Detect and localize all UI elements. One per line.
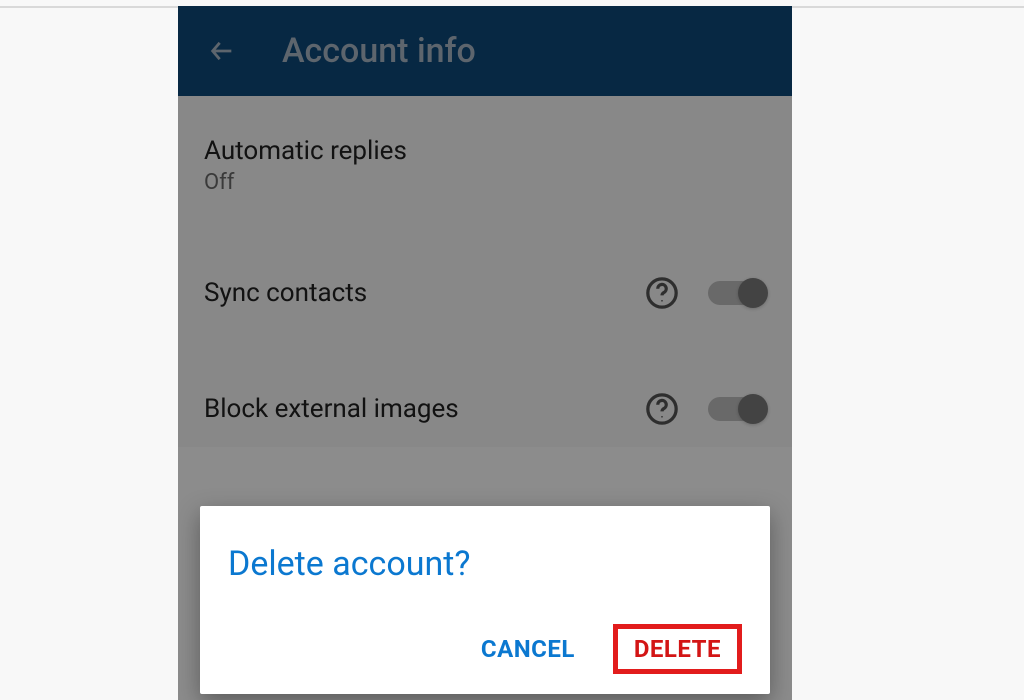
- delete-button[interactable]: DELETE: [613, 624, 742, 674]
- delete-account-dialog: Delete account? CANCEL DELETE: [200, 506, 770, 694]
- dialog-title: Delete account?: [228, 544, 742, 584]
- dialog-actions: CANCEL DELETE: [228, 624, 742, 674]
- cancel-button[interactable]: CANCEL: [475, 625, 581, 673]
- phone-frame: Account info Automatic replies Off Sync …: [178, 6, 792, 700]
